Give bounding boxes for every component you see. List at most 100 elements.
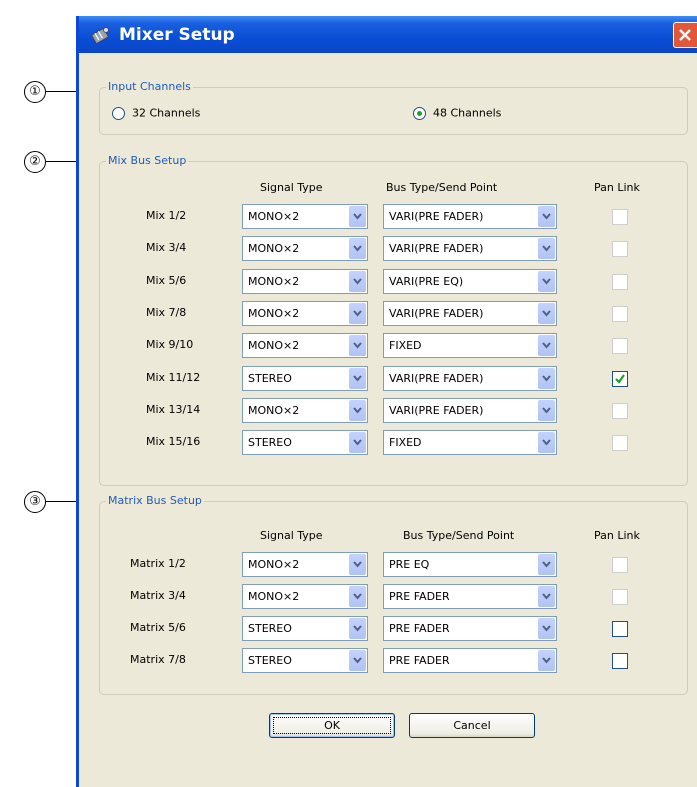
mix-bus-type-select[interactable]: FIXED <box>383 333 557 359</box>
callout-2: ② <box>24 151 46 173</box>
mix-signal-type-value: STEREO <box>248 371 292 385</box>
matrix-signal-type-select[interactable]: STEREO <box>242 648 368 673</box>
matrix-pan-link-checkbox[interactable] <box>612 589 628 605</box>
chevron-down-icon[interactable] <box>349 586 366 607</box>
mix-pan-link-checkbox[interactable] <box>612 435 628 452</box>
radio-32-channels[interactable]: 32 Channels <box>112 106 200 124</box>
chevron-down-icon[interactable] <box>349 618 366 639</box>
mix-signal-type-select[interactable]: MONO×2 <box>242 333 368 359</box>
mix-signal-type-select[interactable]: STEREO <box>242 365 368 391</box>
matrix-pan-link-header: Pan Link <box>594 529 640 542</box>
ok-button[interactable]: OK <box>269 713 395 738</box>
mix-pan-link-checkbox[interactable] <box>612 402 628 419</box>
matrix-signal-type-select[interactable]: MONO×2 <box>242 584 368 609</box>
chevron-down-icon[interactable] <box>349 206 366 227</box>
mix-pan-link-checkbox[interactable] <box>612 209 628 225</box>
mixer-app-icon <box>91 25 111 45</box>
chevron-down-icon[interactable] <box>538 206 555 227</box>
matrix-signal-type-value: STEREO <box>248 622 292 635</box>
mix-bus-type-value: VARI(PRE FADER) <box>389 371 484 385</box>
mix-signal-type-select[interactable]: STEREO <box>242 430 368 456</box>
mix-signal-type-value: MONO×2 <box>248 403 300 417</box>
matrix-signal-type-header: Signal Type <box>260 529 323 542</box>
matrix-bus-type-select[interactable]: PRE FADER <box>383 616 557 641</box>
title-bar[interactable]: Mixer Setup <box>79 16 697 53</box>
mix-bus-type-select[interactable]: FIXED <box>383 430 557 456</box>
chevron-down-icon[interactable] <box>349 399 366 421</box>
chevron-down-icon[interactable] <box>349 238 366 260</box>
chevron-down-icon[interactable] <box>349 302 366 324</box>
chevron-down-icon[interactable] <box>538 238 555 260</box>
chevron-down-icon[interactable] <box>349 270 366 292</box>
matrix-bus-type-select[interactable]: PRE EQ <box>383 552 557 577</box>
mix-pan-link-checkbox[interactable] <box>612 305 628 322</box>
mix-signal-type-select[interactable]: MONO×2 <box>242 397 368 423</box>
mix-bus-type-select[interactable]: VARI(PRE FADER) <box>383 204 557 229</box>
callout-1: ① <box>24 81 46 103</box>
matrix-pan-link-checkbox[interactable] <box>612 621 628 637</box>
matrix-bus-type-select[interactable]: PRE FADER <box>383 648 557 673</box>
chevron-down-icon[interactable] <box>538 270 555 292</box>
mix-signal-type-value: MONO×2 <box>248 210 300 223</box>
mix-bus-type-select[interactable]: VARI(PRE FADER) <box>383 397 557 423</box>
chevron-down-icon[interactable] <box>538 367 555 389</box>
mix-signal-type-select[interactable]: MONO×2 <box>242 268 368 294</box>
mix-row-label: Mix 13/14 <box>146 402 201 416</box>
mix-row-label: Mix 3/4 <box>146 241 187 255</box>
close-icon <box>679 29 691 41</box>
matrix-bus-type-value: PRE EQ <box>389 558 430 571</box>
matrix-pan-link-checkbox[interactable] <box>612 653 628 669</box>
matrix-signal-type-select[interactable]: MONO×2 <box>242 552 368 577</box>
matrix-row-label: Matrix 3/4 <box>130 589 186 602</box>
mix-pan-link-checkbox[interactable] <box>612 338 628 355</box>
mix-bus-type-select[interactable]: VARI(PRE EQ) <box>383 268 557 294</box>
close-button[interactable] <box>673 22 697 48</box>
input-channels-label: Input Channels <box>106 80 193 94</box>
chevron-down-icon[interactable] <box>349 335 366 357</box>
mix-pan-link-checkbox[interactable] <box>612 241 628 258</box>
chevron-down-icon[interactable] <box>538 554 555 575</box>
chevron-down-icon[interactable] <box>538 335 555 357</box>
chevron-down-icon[interactable] <box>538 302 555 324</box>
mix-pan-link-checkbox[interactable] <box>612 370 628 387</box>
mixer-setup-dialog: Mixer Setup Input Channels 32 Channels 4… <box>76 16 697 787</box>
chevron-down-icon[interactable] <box>538 586 555 607</box>
chevron-down-icon[interactable] <box>349 650 366 671</box>
mix-row-label: Mix 1/2 <box>146 209 187 222</box>
mix-bus-group: Mix Bus Setup Signal Type Bus Type/Send … <box>99 154 688 486</box>
radio-48-channels[interactable]: 48 Channels <box>413 106 501 124</box>
matrix-signal-type-value: MONO×2 <box>248 558 300 571</box>
mix-signal-type-select[interactable]: MONO×2 <box>242 300 368 326</box>
matrix-bus-type-value: PRE FADER <box>389 590 450 603</box>
mix-signal-type-select[interactable]: MONO×2 <box>242 236 368 262</box>
chevron-down-icon[interactable] <box>349 432 366 454</box>
matrix-bus-type-header: Bus Type/Send Point <box>403 529 515 542</box>
mix-pan-link-checkbox[interactable] <box>612 273 628 290</box>
mix-bus-type-select[interactable]: VARI(PRE FADER) <box>383 300 557 326</box>
mix-signal-type-value: STEREO <box>248 436 292 450</box>
mix-bus-type-select[interactable]: VARI(PRE FADER) <box>383 365 557 391</box>
radio-32-channels-button[interactable] <box>112 106 125 120</box>
radio-32-channels-label: 32 Channels <box>132 106 201 120</box>
chevron-down-icon[interactable] <box>538 399 555 421</box>
mix-bus-type-select[interactable]: VARI(PRE FADER) <box>383 236 557 262</box>
mix-signal-type-header: Signal Type <box>260 181 323 194</box>
mix-row-label: Mix 11/12 <box>146 370 201 384</box>
radio-48-channels-button[interactable] <box>413 106 426 120</box>
mix-signal-type-value: MONO×2 <box>248 339 300 353</box>
radio-48-channels-label: 48 Channels <box>433 106 502 120</box>
callout-3: ③ <box>24 491 46 513</box>
mix-bus-type-value: FIXED <box>389 436 422 450</box>
chevron-down-icon[interactable] <box>349 554 366 575</box>
chevron-down-icon[interactable] <box>349 367 366 389</box>
chevron-down-icon[interactable] <box>538 618 555 639</box>
mix-signal-type-select[interactable]: MONO×2 <box>242 204 368 229</box>
matrix-bus-type-select[interactable]: PRE FADER <box>383 584 557 609</box>
cancel-button-label: Cancel <box>453 719 491 732</box>
chevron-down-icon[interactable] <box>538 432 555 454</box>
chevron-down-icon[interactable] <box>538 650 555 671</box>
mix-signal-type-value: MONO×2 <box>248 274 300 288</box>
cancel-button[interactable]: Cancel <box>409 713 535 738</box>
matrix-pan-link-checkbox[interactable] <box>612 557 628 573</box>
matrix-signal-type-select[interactable]: STEREO <box>242 616 368 641</box>
